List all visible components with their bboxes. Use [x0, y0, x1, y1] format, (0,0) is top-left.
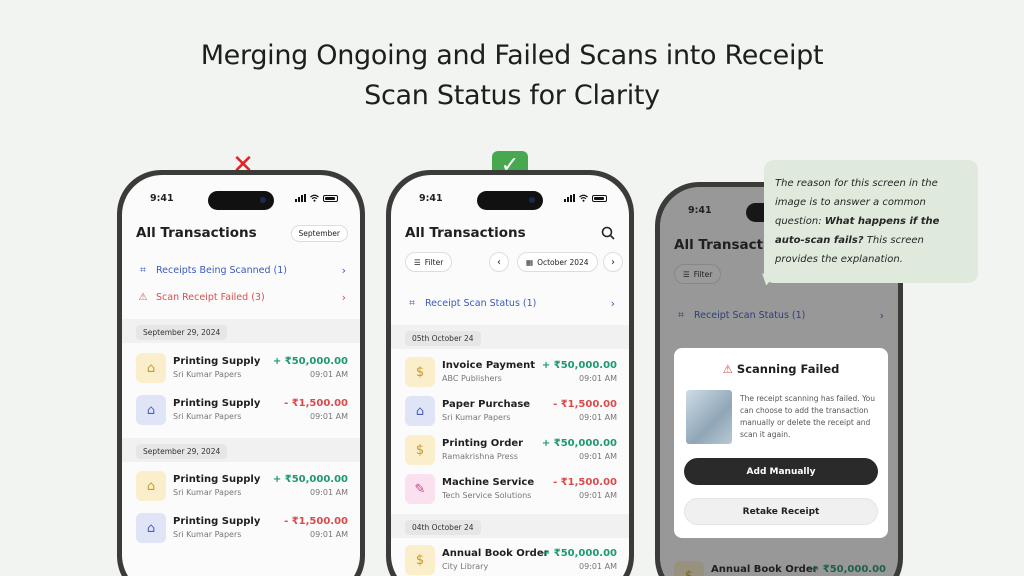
phone-after: 9:41 All Transactions ☰ Filter ‹ ▦ Octob…	[386, 170, 634, 576]
headline: Merging Ongoing and Failed Scans into Re…	[0, 36, 1024, 116]
dialog-title: Scanning Failed	[736, 362, 840, 376]
bag-icon: ⌂	[136, 471, 166, 501]
dialog-message: The receipt scanning has failed. You can…	[740, 394, 876, 439]
tools-icon: ✎	[405, 474, 435, 504]
page-title: All Transactions	[405, 225, 526, 241]
page-title: All Transactions	[136, 225, 257, 241]
chevron-right-icon: ›	[610, 296, 615, 310]
transaction-row[interactable]: ⌂ Printing Supply Sri Kumar Papers - ₹1,…	[136, 393, 348, 427]
add-manually-button[interactable]: Add Manually	[684, 458, 878, 485]
chevron-left-icon: ‹	[497, 256, 501, 268]
phone-before: 9:41 All Transactions September ⌗ Receip…	[117, 170, 365, 576]
link-label: Receipts Being Scanned (1)	[156, 264, 287, 276]
month-selector[interactable]: September	[290, 225, 348, 242]
transaction-row[interactable]: $ Invoice Payment ABC Publishers + ₹50,0…	[405, 355, 617, 389]
bag-icon: ⌂	[405, 396, 435, 426]
next-month-button[interactable]: ›	[603, 252, 623, 272]
dynamic-island	[477, 191, 543, 210]
bag-icon: ⌂	[136, 395, 166, 425]
money-bag-icon: $	[405, 357, 435, 387]
bag-icon: ⌂	[136, 353, 166, 383]
calendar-icon: ▦	[526, 257, 534, 267]
link-label: Scan Receipt Failed (3)	[156, 291, 265, 303]
clock: 9:41	[150, 193, 174, 204]
transaction-row[interactable]: ⌂ Printing Supply Sri Kumar Papers - ₹1,…	[136, 511, 348, 545]
money-bag-icon: $	[405, 545, 435, 575]
battery-icon	[323, 194, 338, 202]
dynamic-island	[208, 191, 274, 210]
scan-icon: ⌗	[409, 297, 415, 309]
headline-line-2: Scan Status for Clarity	[364, 80, 660, 111]
filter-button[interactable]: ☰ Filter	[405, 252, 453, 272]
transaction-row[interactable]: ⌂ Printing Supply Sri Kumar Papers + ₹50…	[136, 469, 348, 503]
explanation-note: The reason for this screen in the image …	[764, 160, 978, 283]
signal-icon	[564, 194, 575, 202]
clock: 9:41	[419, 193, 443, 204]
wifi-icon	[310, 194, 319, 202]
month-selector[interactable]: ▦ October 2024	[517, 252, 598, 272]
date-header: September 29, 2024	[136, 444, 228, 459]
date-header: 04th October 24	[405, 520, 481, 535]
transaction-row[interactable]: $ Annual Book Order City Library + ₹50,0…	[405, 543, 617, 576]
chevron-right-icon: ›	[611, 256, 615, 268]
headline-line-1: Merging Ongoing and Failed Scans into Re…	[200, 40, 824, 71]
scan-receipt-failed-link[interactable]: ⚠ Scan Receipt Failed (3) ›	[136, 287, 346, 307]
warning-icon: ⚠	[722, 362, 733, 376]
phone-screen: 9:41 All Transactions September ⌗ Receip…	[122, 175, 360, 576]
chevron-right-icon: ›	[341, 263, 346, 277]
chevron-right-icon: ›	[341, 290, 346, 304]
toolbar: ☰ Filter ‹ ▦ October 2024 ›	[403, 252, 623, 274]
scanning-failed-dialog: ⚠ Scanning Failed The receipt scanning ha…	[674, 348, 888, 538]
transaction-row[interactable]: $ Printing Order Ramakrishna Press + ₹50…	[405, 433, 617, 467]
battery-icon	[592, 194, 607, 202]
prev-month-button[interactable]: ‹	[489, 252, 509, 272]
retake-receipt-button[interactable]: Retake Receipt	[684, 498, 878, 525]
money-bag-icon: $	[405, 435, 435, 465]
search-icon[interactable]	[601, 226, 615, 240]
scan-icon: ⌗	[140, 264, 146, 276]
filter-icon: ☰	[414, 257, 421, 267]
transaction-row[interactable]: ⌂ Printing Supply Sri Kumar Papers + ₹50…	[136, 351, 348, 385]
phone-screen: 9:41 All Transactions ☰ Filter ‹ ▦ Octob…	[391, 175, 629, 576]
date-header: September 29, 2024	[136, 325, 228, 340]
date-header: 05th October 24	[405, 331, 481, 346]
transaction-row[interactable]: ⌂ Paper Purchase Sri Kumar Papers - ₹1,5…	[405, 394, 617, 428]
warning-icon: ⚠	[138, 291, 148, 303]
signal-icon	[295, 194, 306, 202]
wifi-icon	[579, 194, 588, 202]
transaction-row[interactable]: ✎ Machine Service Tech Service Solutions…	[405, 472, 617, 506]
receipts-being-scanned-link[interactable]: ⌗ Receipts Being Scanned (1) ›	[136, 260, 346, 280]
receipt-thumbnail	[686, 390, 732, 444]
bag-icon: ⌂	[136, 513, 166, 543]
receipt-scan-status-link[interactable]: ⌗ Receipt Scan Status (1) ›	[405, 293, 615, 313]
